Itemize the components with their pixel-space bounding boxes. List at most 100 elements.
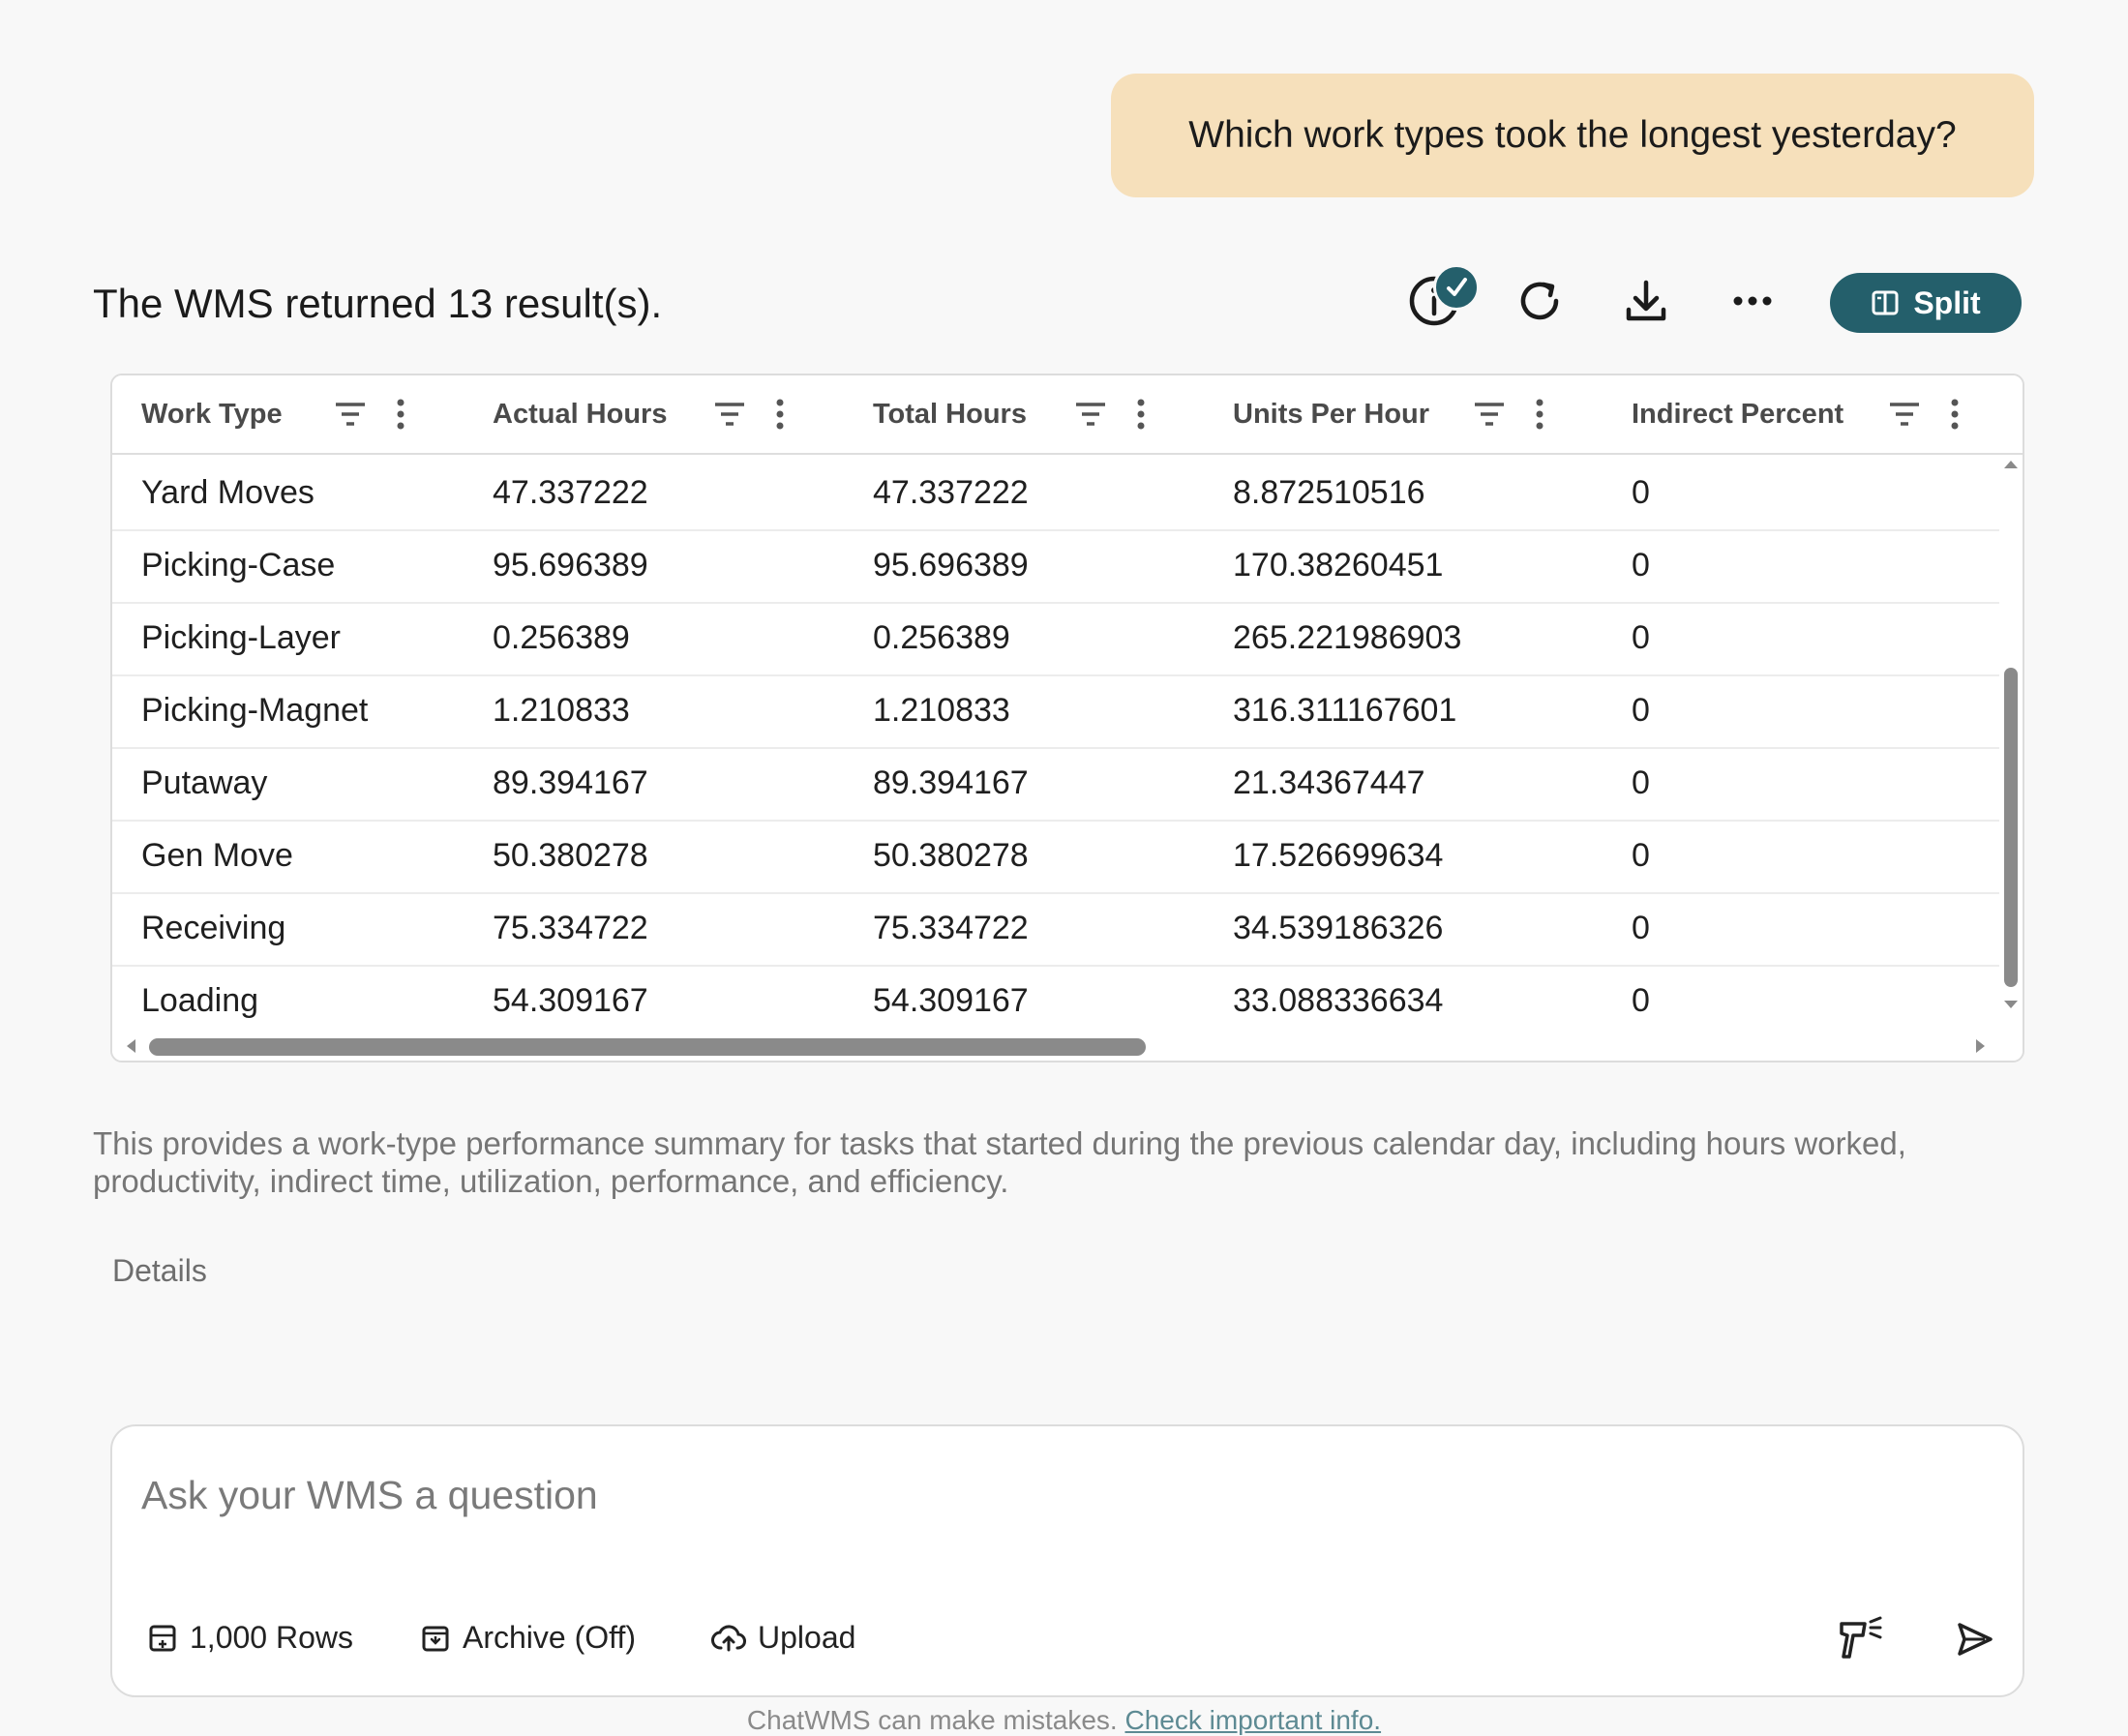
cell-total-hours: 1.210833 <box>873 692 1010 729</box>
scanner-button[interactable] <box>1836 1616 1884 1667</box>
cell-actual-hours: 54.309167 <box>493 982 648 1019</box>
column-header-label: Total Hours <box>873 398 1027 430</box>
table-row[interactable]: Picking-Case 95.696389 95.696389 170.382… <box>112 529 2001 604</box>
vertical-scrollbar[interactable] <box>1999 455 2023 1014</box>
cell-units-per-hour: 34.539186326 <box>1233 910 1444 946</box>
cell-units-per-hour: 170.38260451 <box>1233 547 1444 584</box>
cell-total-hours: 89.394167 <box>873 764 1029 801</box>
upload-label: Upload <box>758 1620 856 1655</box>
user-message-text: Which work types took the longest yester… <box>1188 114 1957 156</box>
cell-units-per-hour: 33.088336634 <box>1233 982 1444 1019</box>
column-header-label: Work Type <box>141 398 283 430</box>
column-menu-icon[interactable] <box>770 397 790 432</box>
cell-total-hours: 54.309167 <box>873 982 1029 1019</box>
more-options-button[interactable] <box>1726 275 1779 332</box>
cell-work-type: Yard Moves <box>141 474 315 511</box>
table-row[interactable]: Picking-Layer 0.256389 0.256389 265.2219… <box>112 602 2001 676</box>
table-row[interactable]: Gen Move 50.380278 50.380278 17.52669963… <box>112 820 2001 894</box>
scroll-right-arrow-icon[interactable] <box>1968 1032 1992 1061</box>
cell-total-hours: 47.337222 <box>873 474 1029 511</box>
column-header-actual-hours[interactable]: Actual Hours <box>493 375 667 453</box>
cell-work-type: Receiving <box>141 910 286 946</box>
column-header-work-type[interactable]: Work Type <box>141 375 283 453</box>
split-button[interactable]: Split <box>1830 273 2022 333</box>
results-table: Work Type Actual Hours Total Hours Units… <box>110 374 2024 1063</box>
chat-composer: 1,000 Rows Archive (Off) Upload <box>110 1424 2024 1697</box>
cell-units-per-hour: 265.221986903 <box>1233 619 1462 656</box>
archive-toggle-label: Archive (Off) <box>463 1620 636 1655</box>
filter-icon[interactable] <box>1887 397 1922 432</box>
column-menu-icon[interactable] <box>1131 397 1151 432</box>
column-header-indirect-percent[interactable]: Indirect Percent <box>1632 375 1843 453</box>
horizontal-scrollbar[interactable] <box>112 1032 2023 1061</box>
archive-toggle-button[interactable]: Archive (Off) <box>420 1620 636 1656</box>
refresh-icon <box>1520 282 1559 320</box>
column-menu-icon[interactable] <box>1945 397 1964 432</box>
cell-indirect-percent: 0 <box>1632 474 1650 511</box>
column-menu-icon[interactable] <box>391 397 410 432</box>
cell-indirect-percent: 0 <box>1632 764 1650 801</box>
column-header-total-hours[interactable]: Total Hours <box>873 375 1027 453</box>
result-description: This provides a work-type performance su… <box>93 1125 1906 1199</box>
cell-indirect-percent: 0 <box>1632 837 1650 874</box>
column-header-label: Units Per Hour <box>1233 398 1430 430</box>
scroll-up-arrow-icon[interactable] <box>1999 455 2023 474</box>
disclaimer: ChatWMS can make mistakes. Check importa… <box>0 1705 2128 1736</box>
cell-work-type: Loading <box>141 982 259 1019</box>
cell-indirect-percent: 0 <box>1632 619 1650 656</box>
more-horizontal-icon <box>1733 296 1772 306</box>
download-icon <box>1626 280 1666 321</box>
important-info-link[interactable]: Check important info. <box>1124 1705 1381 1735</box>
cell-actual-hours: 89.394167 <box>493 764 648 801</box>
send-icon <box>1958 1623 1993 1656</box>
cell-total-hours: 75.334722 <box>873 910 1029 946</box>
split-button-label: Split <box>1913 284 1981 320</box>
disclaimer-text: ChatWMS can make mistakes. <box>746 1705 1118 1735</box>
send-button[interactable] <box>1956 1620 1994 1663</box>
split-panel-icon <box>1872 290 1899 315</box>
table-row[interactable]: Loading 54.309167 54.309167 33.088336634… <box>112 965 2001 1037</box>
scroll-down-arrow-icon[interactable] <box>1999 995 2023 1014</box>
rows-icon <box>149 1625 176 1651</box>
cell-total-hours: 95.696389 <box>873 547 1029 584</box>
cell-actual-hours: 47.337222 <box>493 474 648 511</box>
upload-cloud-icon <box>711 1624 746 1651</box>
cell-units-per-hour: 21.34367447 <box>1233 764 1425 801</box>
column-header-label: Indirect Percent <box>1632 398 1844 430</box>
cell-indirect-percent: 0 <box>1632 982 1650 1019</box>
refresh-button[interactable] <box>1514 275 1566 332</box>
table-row[interactable]: Picking-Magnet 1.210833 1.210833 316.311… <box>112 674 2001 749</box>
rows-limit-label: 1,000 Rows <box>190 1620 353 1655</box>
cell-work-type: Picking-Case <box>141 547 336 584</box>
upload-button[interactable]: Upload <box>711 1620 855 1656</box>
column-header-units-per-hour[interactable]: Units Per Hour <box>1233 375 1429 453</box>
table-row[interactable]: Receiving 75.334722 75.334722 34.5391863… <box>112 892 2001 967</box>
filter-icon[interactable] <box>1073 397 1108 432</box>
cell-actual-hours: 1.210833 <box>493 692 630 729</box>
vertical-scroll-thumb[interactable] <box>2004 668 2018 987</box>
scroll-left-arrow-icon[interactable] <box>120 1032 143 1061</box>
rows-limit-button[interactable]: 1,000 Rows <box>147 1620 353 1656</box>
cell-work-type: Picking-Magnet <box>141 692 369 729</box>
cell-work-type: Putaway <box>141 764 268 801</box>
horizontal-scroll-thumb[interactable] <box>149 1038 1146 1056</box>
cell-units-per-hour: 17.526699634 <box>1233 837 1444 874</box>
cell-work-type: Gen Move <box>141 837 293 874</box>
filter-icon[interactable] <box>712 397 747 432</box>
column-header-label: Actual Hours <box>493 398 668 430</box>
cell-total-hours: 0.256389 <box>873 619 1010 656</box>
filter-icon[interactable] <box>333 397 368 432</box>
details-link[interactable]: Details <box>112 1253 207 1289</box>
download-button[interactable] <box>1620 275 1672 332</box>
cell-actual-hours: 0.256389 <box>493 619 630 656</box>
column-menu-icon[interactable] <box>1530 397 1549 432</box>
user-message-bubble: Which work types took the longest yester… <box>1111 74 2034 197</box>
cell-units-per-hour: 316.311167601 <box>1233 692 1457 729</box>
question-input[interactable] <box>139 1465 1788 1525</box>
cell-total-hours: 50.380278 <box>873 837 1029 874</box>
table-row[interactable]: Putaway 89.394167 89.394167 21.34367447 … <box>112 747 2001 822</box>
cell-units-per-hour: 8.872510516 <box>1233 474 1425 511</box>
table-row[interactable]: Yard Moves 47.337222 47.337222 8.8725105… <box>112 457 2001 531</box>
cell-indirect-percent: 0 <box>1632 547 1650 584</box>
filter-icon[interactable] <box>1472 397 1507 432</box>
